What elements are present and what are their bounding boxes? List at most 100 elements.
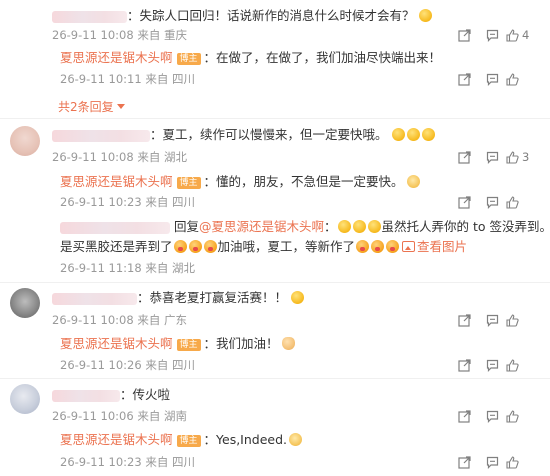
reply-text: ：懂的，朋友，不急但是一定要快。	[203, 174, 404, 189]
user-name-blurred[interactable]	[52, 129, 150, 142]
reply-author-link[interactable]: 夏思源还是锯木头啊	[60, 50, 173, 65]
comment-text: ：恭喜老夏打赢复活赛！！	[137, 290, 288, 305]
reply-text: 加油哦，夏工，等新作了	[217, 239, 356, 254]
reply-author-link[interactable]: 夏思源还是锯木头啊	[60, 336, 173, 351]
grin-emoji-icon	[337, 220, 351, 233]
thumbs-up-icon	[506, 28, 519, 42]
share-icon	[457, 409, 471, 423]
user-name-blurred[interactable]	[52, 10, 127, 23]
share-button[interactable]	[450, 454, 478, 470]
share-button[interactable]	[450, 27, 478, 43]
blogger-badge: 博主	[176, 435, 201, 447]
divider	[0, 378, 550, 379]
blogger-badge: 博主	[176, 339, 201, 351]
heart-face-emoji-icon	[188, 240, 202, 253]
thumbs-up-icon	[506, 150, 519, 164]
cat-emoji-icon	[406, 175, 420, 188]
comment-icon	[486, 151, 498, 164]
blogger-badge: 博主	[176, 177, 201, 189]
user-name-blurred[interactable]	[52, 389, 120, 402]
thumbs-up-icon	[506, 195, 519, 209]
like-button[interactable]: 3	[506, 149, 540, 165]
like-count: 3	[522, 150, 530, 164]
reply-actions	[450, 454, 540, 470]
comment-button[interactable]	[478, 71, 506, 87]
reply-actions	[450, 194, 540, 210]
like-button[interactable]	[506, 454, 540, 470]
user-name-blurred[interactable]	[52, 292, 137, 305]
share-button[interactable]	[450, 194, 478, 210]
mention-link[interactable]: @夏思源还是锯木头啊	[199, 219, 324, 234]
comment-button[interactable]	[478, 408, 506, 424]
heart-face-emoji-icon	[173, 240, 187, 253]
avatar[interactable]	[10, 384, 40, 414]
reply-text: ：我们加油！	[203, 336, 279, 351]
nested-reply-body-line2: 是买黑胶还是弄到了 加油哦，夏工，等新作了 查看图片	[60, 239, 467, 255]
user-name-blurred[interactable]	[60, 221, 170, 234]
reply-author-link[interactable]: 夏思源还是锯木头啊	[60, 432, 173, 447]
comment-icon	[486, 314, 498, 327]
comment-button[interactable]	[478, 27, 506, 43]
heart-face-emoji-icon	[356, 240, 370, 253]
reply-text: ：	[324, 219, 337, 234]
comment-meta: 26-9-11 10:08 来自 重庆	[52, 28, 187, 42]
like-button[interactable]	[506, 71, 540, 87]
comment-icon	[486, 196, 498, 209]
caret-down-icon	[116, 104, 125, 109]
comment-icon	[486, 359, 498, 372]
comment-actions	[450, 408, 540, 424]
like-button[interactable]	[506, 194, 540, 210]
avatar[interactable]	[10, 126, 40, 156]
grin-emoji-icon	[406, 128, 420, 141]
cat-emoji-icon	[289, 433, 303, 446]
comment-body: ：恭喜老夏打赢复活赛！！	[52, 290, 305, 306]
avatar[interactable]	[10, 288, 40, 318]
share-icon	[457, 313, 471, 327]
reply-author-link[interactable]: 夏思源还是锯木头啊	[60, 174, 173, 189]
comment-meta: 26-9-11 10:06 来自 湖南	[52, 409, 187, 423]
share-button[interactable]	[450, 357, 478, 373]
heart-face-emoji-icon	[203, 240, 217, 253]
heart-face-emoji-icon	[386, 240, 400, 253]
nested-reply-body: 回复@夏思源还是锯木头啊： 虽然托人弄你的 to 签没弄到。但	[60, 219, 550, 235]
share-button[interactable]	[450, 149, 478, 165]
comment-icon	[486, 410, 498, 423]
comment-icon	[486, 456, 498, 469]
comment-actions: 3	[450, 149, 540, 165]
muscle-emoji-icon	[281, 337, 295, 350]
comment-icon	[486, 29, 498, 42]
share-button[interactable]	[450, 408, 478, 424]
reply-body: 夏思源还是锯木头啊 博主 ：我们加油！	[60, 336, 296, 352]
reply-actions	[450, 71, 540, 87]
comment-button[interactable]	[478, 454, 506, 470]
share-icon	[457, 28, 471, 42]
reply-keyword: 回复	[174, 219, 200, 234]
like-button[interactable]	[506, 408, 540, 424]
reply-body: 夏思源还是锯木头啊 博主 ：Yes,Indeed.	[60, 432, 303, 448]
share-button[interactable]	[450, 312, 478, 328]
share-button[interactable]	[450, 71, 478, 87]
expand-replies-link[interactable]: 共2条回复	[58, 98, 125, 115]
blogger-badge: 博主	[176, 53, 201, 65]
divider	[0, 118, 550, 119]
comment-button[interactable]	[478, 357, 506, 373]
reply-meta: 26-9-11 10:11 来自 四川	[60, 72, 195, 86]
view-image-link[interactable]: 查看图片	[400, 239, 467, 254]
smile-emoji-icon	[418, 9, 432, 22]
like-button[interactable]	[506, 357, 540, 373]
reply-meta: 26-9-11 11:18 来自 湖北	[60, 261, 195, 275]
like-count: 4	[522, 28, 530, 42]
comment-text: ：夏工，续作可以慢慢来，但一定要快哦。	[150, 127, 388, 142]
like-button[interactable]: 4	[506, 27, 540, 43]
comment-button[interactable]	[478, 312, 506, 328]
share-icon	[457, 455, 471, 469]
thumbs-up-icon	[506, 358, 519, 372]
reply-meta: 26-9-11 10:23 来自 四川	[60, 195, 195, 209]
comment-button[interactable]	[478, 149, 506, 165]
like-button[interactable]	[506, 312, 540, 328]
grin-emoji-icon	[367, 220, 381, 233]
grin-emoji-icon	[352, 220, 366, 233]
thumbs-up-icon	[506, 409, 519, 423]
grin-emoji-icon	[421, 128, 435, 141]
comment-button[interactable]	[478, 194, 506, 210]
